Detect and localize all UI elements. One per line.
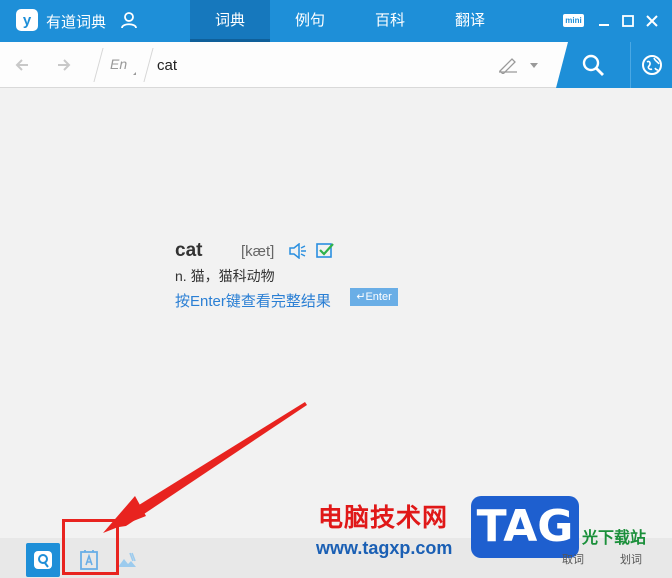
definition: n. 猫，猫科动物 bbox=[175, 268, 275, 284]
search-button[interactable] bbox=[556, 42, 630, 88]
globe-icon bbox=[641, 55, 662, 75]
online-toggle-button[interactable] bbox=[630, 42, 672, 88]
add-to-wordbook-icon[interactable] bbox=[316, 242, 334, 258]
tab-dictionary[interactable]: 词典 bbox=[190, 0, 270, 42]
image-translate-icon bbox=[118, 552, 136, 567]
minimize-button[interactable] bbox=[595, 12, 613, 30]
tab-examples[interactable]: 例句 bbox=[270, 0, 350, 42]
mini-mode-button[interactable]: mini bbox=[563, 14, 584, 27]
separator bbox=[93, 48, 104, 82]
watermark-small-right: 划词 bbox=[620, 554, 642, 566]
arrow-right-icon bbox=[58, 59, 71, 71]
forward-button[interactable] bbox=[54, 55, 74, 75]
youdao-logo-icon bbox=[34, 551, 52, 569]
search-input[interactable] bbox=[157, 53, 487, 77]
search-icon bbox=[582, 54, 604, 76]
enter-key-badge: ↵Enter bbox=[350, 288, 398, 306]
separator bbox=[143, 48, 154, 82]
app-logo-icon[interactable]: y bbox=[16, 9, 38, 31]
handwriting-dropdown-icon[interactable] bbox=[530, 63, 538, 68]
tab-encyclopedia[interactable]: 百科 bbox=[350, 0, 430, 42]
maximize-icon bbox=[622, 15, 634, 27]
watermark-site: 光下载站 bbox=[582, 530, 647, 547]
maximize-button[interactable] bbox=[619, 12, 637, 30]
phonetic: [kæt] bbox=[241, 243, 275, 260]
watermark-url: www.tagxp.com bbox=[316, 538, 453, 558]
watermark-cn-text: 电脑技术网 bbox=[318, 504, 449, 532]
enter-hint-link[interactable]: 按Enter键查看完整结果 bbox=[175, 290, 331, 311]
tab-translate[interactable]: 翻译 bbox=[430, 0, 510, 42]
home-button[interactable] bbox=[26, 543, 60, 577]
title-bar: y 有道词典 词典 例句 百科 翻译 mini bbox=[0, 0, 672, 42]
watermark-small-left: 取词 bbox=[562, 554, 584, 566]
close-icon bbox=[646, 15, 658, 27]
speaker-icon[interactable] bbox=[289, 243, 307, 259]
close-button[interactable] bbox=[643, 12, 661, 30]
arrow-left-icon bbox=[15, 59, 28, 71]
language-caret-icon bbox=[133, 72, 136, 75]
result-word: cat bbox=[175, 240, 203, 261]
watermark-tag-logo: TAG bbox=[471, 496, 579, 558]
app-logo-glyph: y bbox=[22, 11, 32, 29]
language-selector[interactable]: En bbox=[110, 56, 127, 72]
app-name: 有道词典 bbox=[46, 14, 107, 31]
back-button[interactable] bbox=[12, 55, 32, 75]
minimize-icon bbox=[599, 24, 609, 26]
user-icon[interactable] bbox=[120, 11, 138, 29]
handwriting-icon[interactable] bbox=[498, 56, 518, 74]
annotation-highlight-box bbox=[62, 519, 119, 575]
